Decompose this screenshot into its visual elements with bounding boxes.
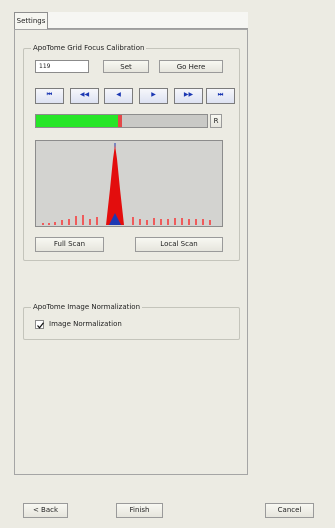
cancel-button[interactable]: Cancel — [265, 503, 314, 518]
step-back-button[interactable]: ◀ — [104, 88, 133, 104]
tab-settings[interactable]: Settings — [14, 12, 48, 29]
fast-forward-icon: ▶▶ — [183, 91, 194, 98]
progress-marker — [117, 115, 122, 127]
chart-bar-13 — [160, 219, 162, 225]
tab-strip — [48, 12, 248, 29]
back-button[interactable]: < Back — [23, 503, 68, 518]
full-scan-button[interactable]: Full Scan — [35, 237, 104, 252]
reset-button[interactable]: R — [210, 114, 222, 128]
chart-bar-20 — [209, 220, 211, 225]
calibration-title: ApoTome Grid Focus Calibration — [31, 43, 147, 53]
last-button[interactable]: ⏭ — [206, 88, 235, 104]
chart-bar-1 — [48, 223, 50, 225]
chart-bar-12 — [153, 218, 155, 225]
chart-bar-11 — [146, 220, 148, 225]
chart-bar-7 — [89, 219, 91, 225]
fast-forward-button[interactable]: ▶▶ — [174, 88, 203, 104]
set-button[interactable]: Set — [103, 60, 149, 73]
navigation-button-row: ⏮ ◀◀ ◀ ▶ ▶▶ ⏭ — [35, 88, 235, 104]
rewind-button[interactable]: ◀◀ — [70, 88, 99, 104]
focus-position-input[interactable]: 119 — [35, 60, 89, 73]
rewind-icon: ◀◀ — [79, 91, 90, 98]
focus-progress-bar — [35, 114, 208, 128]
image-normalization-checkbox[interactable] — [35, 320, 44, 329]
step-forward-icon: ▶ — [151, 91, 156, 98]
chart-bar-0 — [42, 223, 44, 225]
chart-bar-6 — [82, 215, 84, 225]
local-scan-button[interactable]: Local Scan — [135, 237, 223, 252]
chart-bar-5 — [75, 216, 77, 225]
last-icon: ⏭ — [217, 91, 224, 98]
normalization-title: ApoTome Image Normalization — [31, 302, 143, 312]
go-here-button[interactable]: Go Here — [159, 60, 223, 73]
chart-bar-2 — [54, 222, 56, 225]
step-forward-button[interactable]: ▶ — [139, 88, 168, 104]
focus-scan-chart — [35, 140, 223, 227]
check-icon — [37, 322, 44, 329]
focus-scan-plot — [42, 143, 211, 225]
chart-bar-4 — [68, 219, 70, 225]
progress-fill — [36, 115, 120, 127]
image-normalization-label: Image Normalization — [49, 320, 122, 328]
first-button[interactable]: ⏮ — [35, 88, 64, 104]
chart-bar-16 — [181, 218, 183, 225]
chart-bar-9 — [132, 217, 134, 225]
chart-bar-3 — [61, 220, 63, 225]
chart-bar-15 — [174, 218, 176, 225]
chart-bar-8 — [96, 217, 98, 225]
chart-bar-10 — [139, 219, 141, 225]
finish-button[interactable]: Finish — [116, 503, 163, 518]
chart-bar-17 — [188, 219, 190, 225]
chart-bar-14 — [167, 219, 169, 225]
chart-bar-18 — [195, 219, 197, 225]
chart-bar-19 — [202, 219, 204, 225]
step-back-icon: ◀ — [116, 91, 121, 98]
first-icon: ⏮ — [46, 91, 53, 98]
